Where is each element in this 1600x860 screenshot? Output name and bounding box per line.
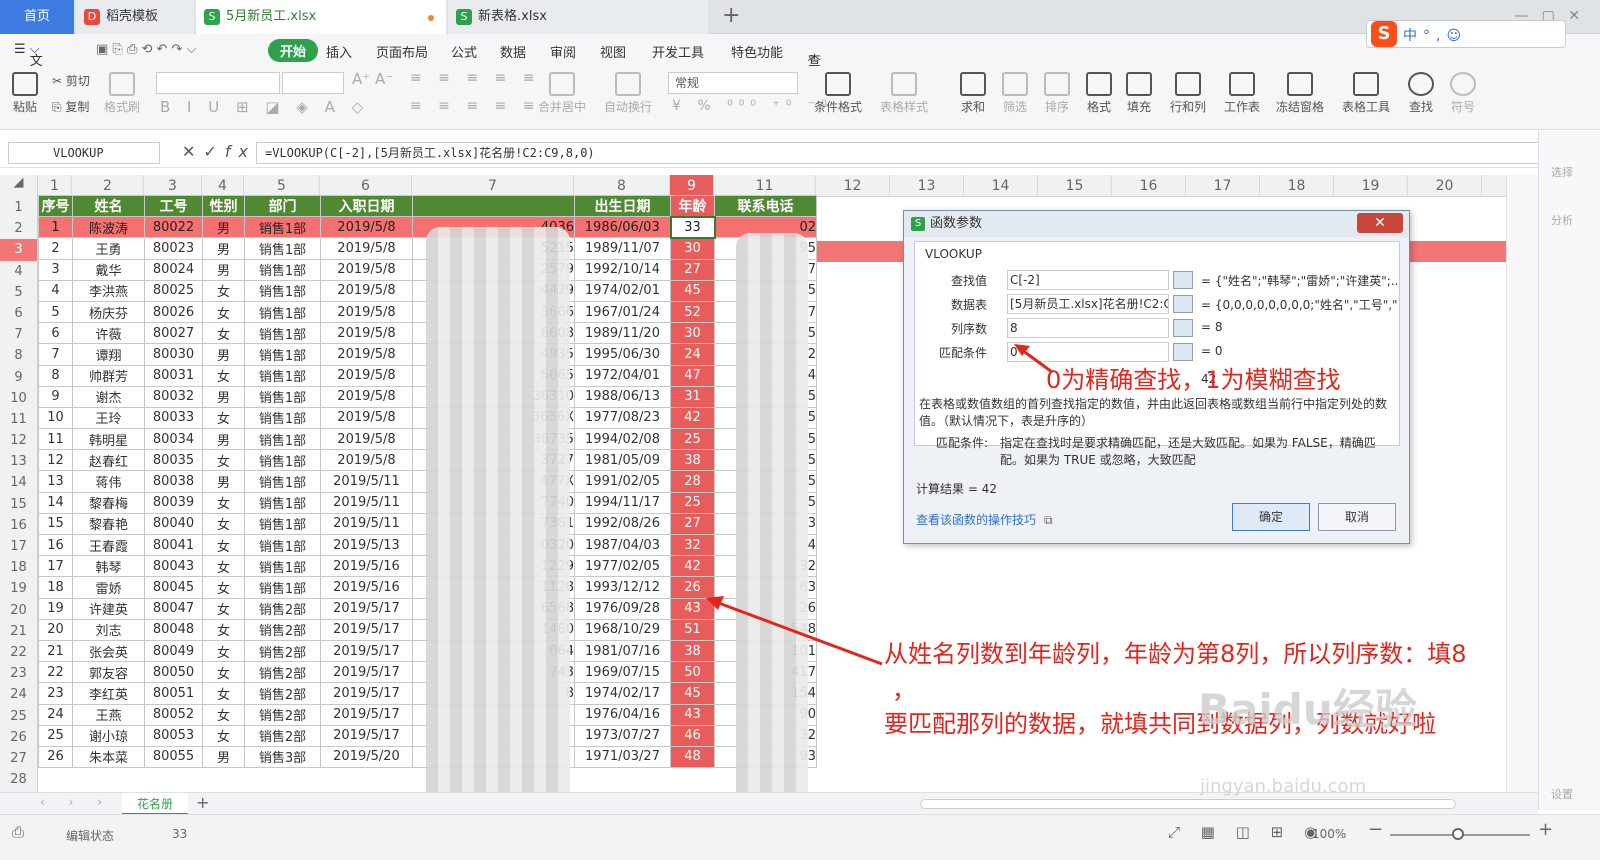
- baidu-watermark: Baidu经验: [1198, 685, 1417, 734]
- annotation-col-index: 从姓名列数到年龄列，年龄为第8列，所以列序数：填8: [884, 640, 1467, 668]
- baidu-watermark-url: jingyan.baidu.com: [1200, 776, 1367, 797]
- annotation-match-type: 0为精确查找，1为模糊查找: [1046, 366, 1341, 394]
- annotation-comma: ，: [892, 676, 916, 704]
- arrow-to-age-cell: [715, 600, 883, 666]
